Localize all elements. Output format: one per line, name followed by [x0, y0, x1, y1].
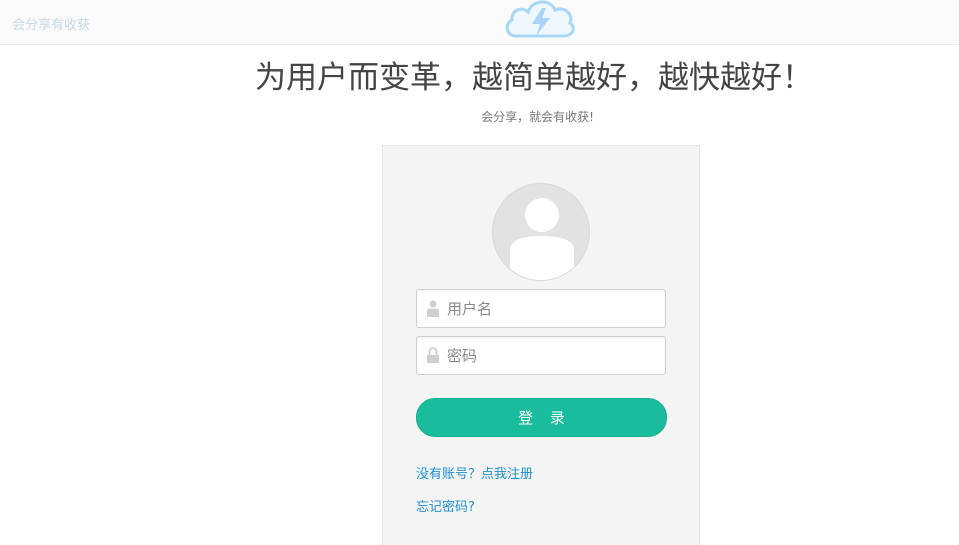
- brand-link[interactable]: 会分享有收获: [12, 14, 90, 33]
- password-input[interactable]: [447, 337, 659, 374]
- forgot-password-link[interactable]: 忘记密码?: [416, 496, 475, 515]
- password-field[interactable]: [416, 336, 666, 375]
- cloud-lightning-icon: [505, 0, 575, 38]
- username-input[interactable]: [447, 290, 659, 327]
- page-title: 为用户而变革，越简单越好，越快越好！: [255, 60, 813, 96]
- top-bar: 会分享有收获: [0, 0, 959, 45]
- username-field[interactable]: [416, 289, 666, 328]
- lock-icon: [427, 347, 439, 363]
- login-button[interactable]: 登 录: [416, 398, 667, 437]
- user-icon: [427, 300, 439, 317]
- register-link[interactable]: 没有账号？点我注册: [416, 463, 533, 482]
- page-subtitle: 会分享，就会有收获!: [481, 110, 594, 124]
- login-panel: 登 录 没有账号？点我注册 忘记密码?: [382, 145, 700, 545]
- user-avatar-icon: [492, 183, 590, 281]
